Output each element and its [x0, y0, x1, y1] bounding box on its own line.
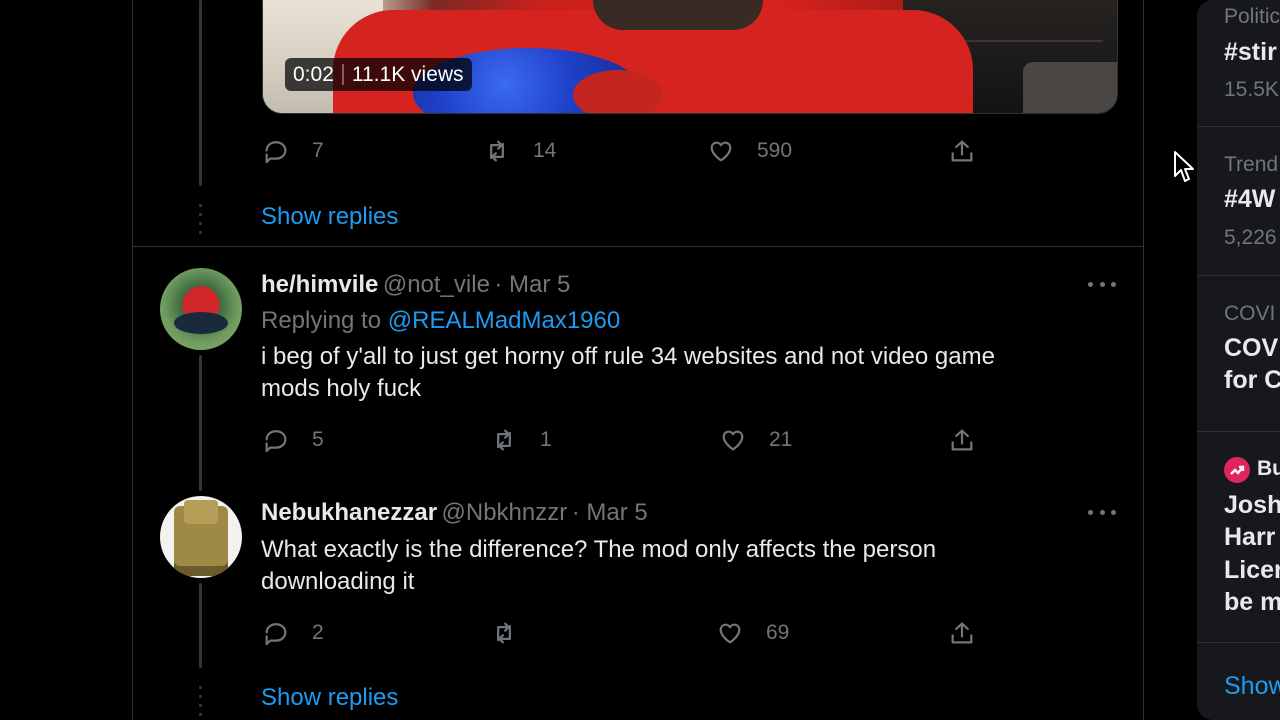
trend-divider [1197, 275, 1280, 276]
share-button[interactable] [948, 426, 976, 454]
like-count: 69 [766, 621, 790, 644]
retweet-button[interactable]: 14 [483, 137, 556, 165]
display-name[interactable]: he/himvile [261, 271, 378, 298]
trend-title[interactable]: #stir [1224, 38, 1277, 67]
like-count: 590 [757, 139, 793, 162]
retweet-icon [497, 622, 511, 644]
thread-dots [199, 204, 202, 238]
video-frame-face [593, 0, 763, 30]
retweet-button[interactable] [490, 619, 540, 647]
trend-title[interactable]: for C [1224, 366, 1280, 395]
avatar[interactable] [160, 496, 242, 578]
like-button[interactable]: 69 [716, 619, 789, 647]
trend-count: 5,226 [1224, 226, 1277, 249]
user-handle[interactable]: @not_vile [383, 271, 490, 298]
more-options-icon[interactable] [1088, 510, 1116, 518]
trend-category: Trend [1224, 153, 1279, 176]
video-frame-balloon-detail [573, 70, 663, 113]
trend-category: COVI [1224, 302, 1276, 325]
like-count: 21 [769, 428, 793, 451]
tweet-header: Nebukhanezzar @Nbkhnzzr · Mar 5 [261, 499, 648, 527]
share-button[interactable] [948, 137, 976, 165]
thread-line [199, 0, 202, 186]
show-replies-link[interactable]: Show replies [261, 203, 398, 231]
thread-line [199, 355, 202, 491]
timeline-right-border [1143, 0, 1144, 720]
share-icon [951, 140, 973, 162]
retweet-button[interactable]: 1 [490, 426, 552, 454]
mouse-cursor-icon [1174, 151, 1194, 182]
trend-title[interactable]: Licer [1224, 556, 1280, 585]
tweet-header: he/himvile @not_vile · Mar 5 [261, 271, 570, 299]
share-button[interactable] [948, 619, 976, 647]
video-views: 11.1K views [351, 63, 464, 86]
tweet-text: What exactly is the difference? The mod … [261, 534, 1101, 598]
trend-title[interactable]: COV [1224, 334, 1278, 363]
tweet-date[interactable]: · Mar 5 [572, 499, 648, 526]
timeline-left-border [132, 0, 133, 720]
user-handle[interactable]: @Nbkhnzzr [442, 499, 568, 526]
divider [133, 246, 1143, 247]
trend-divider [1197, 431, 1280, 432]
thread-line [199, 583, 202, 668]
share-icon [951, 622, 973, 644]
heart-icon [722, 430, 744, 451]
trend-category: Politic [1224, 5, 1280, 28]
trend-title[interactable]: be m [1224, 588, 1280, 617]
replying-to-label: Replying to [261, 307, 382, 334]
show-more-link[interactable]: Show [1224, 672, 1280, 701]
tweet-text-line: i beg of y'all to just get horny off rul… [261, 343, 995, 370]
trend-count: 15.5K [1224, 78, 1279, 101]
reply-icon [265, 623, 287, 646]
display-name[interactable]: Nebukhanezzar [261, 499, 437, 526]
video-time: 0:02 [293, 63, 334, 86]
trending-up-icon [1224, 457, 1250, 483]
more-options-icon[interactable] [1088, 282, 1116, 290]
video-info-badge: 0:02 11.1K views [285, 58, 472, 91]
avatar[interactable] [160, 268, 242, 350]
replying-to-handle[interactable]: @REALMadMax1960 [388, 307, 620, 334]
retweet-icon [490, 140, 504, 162]
reply-count: 7 [312, 139, 324, 162]
reply-button[interactable]: 5 [262, 426, 324, 454]
trend-title[interactable]: Josh [1224, 491, 1280, 520]
tweet-text-line: mods holy fuck [261, 375, 422, 402]
share-icon [951, 429, 973, 451]
tweet-text: i beg of y'all to just get horny off rul… [261, 341, 1101, 405]
reply-button[interactable]: 2 [262, 619, 324, 647]
trend-title[interactable]: Harr [1224, 523, 1275, 552]
reply-icon [265, 430, 287, 453]
trend-category: Bu [1257, 457, 1280, 480]
reply-count: 5 [312, 428, 324, 451]
heart-icon [710, 141, 732, 162]
reply-button[interactable]: 7 [262, 137, 324, 165]
retweet-icon [497, 429, 511, 451]
tweet-date[interactable]: · Mar 5 [494, 271, 570, 298]
reply-count: 2 [312, 621, 324, 644]
replying-to: Replying to @REALMadMax1960 [261, 307, 620, 335]
trend-title[interactable]: #4W [1224, 185, 1275, 214]
video-frame-sofa [1023, 62, 1117, 113]
trend-divider [1197, 642, 1280, 643]
trends-sidebar: Politic #stir 15.5K Trend #4W 5,226 COVI… [1197, 0, 1280, 720]
tweet-text-line: What exactly is the difference? The mod … [261, 536, 937, 563]
show-replies-link[interactable]: Show replies [261, 684, 398, 712]
tweet-text-line: downloading it [261, 568, 415, 595]
like-button[interactable]: 21 [719, 426, 792, 454]
thread-dots [199, 686, 202, 720]
like-button[interactable]: 590 [707, 137, 792, 165]
retweet-count: 14 [533, 139, 557, 162]
trend-divider [1197, 126, 1280, 127]
retweet-count: 1 [540, 428, 552, 451]
video-player[interactable]: 0:02 11.1K views [262, 0, 1118, 114]
heart-icon [719, 623, 741, 644]
reply-icon [265, 141, 287, 164]
